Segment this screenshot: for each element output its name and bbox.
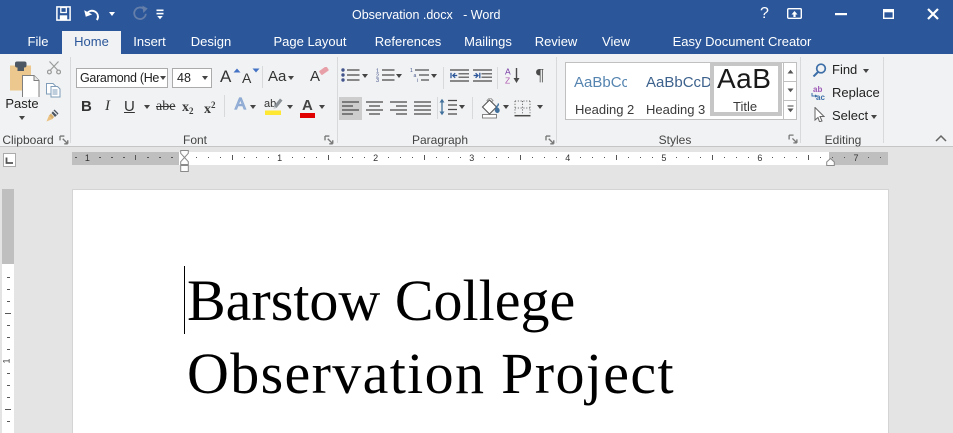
- svg-text:ac: ac: [816, 93, 825, 100]
- svg-text:Z: Z: [505, 76, 510, 85]
- svg-text:i: i: [417, 78, 418, 82]
- svg-text:3: 3: [376, 78, 379, 82]
